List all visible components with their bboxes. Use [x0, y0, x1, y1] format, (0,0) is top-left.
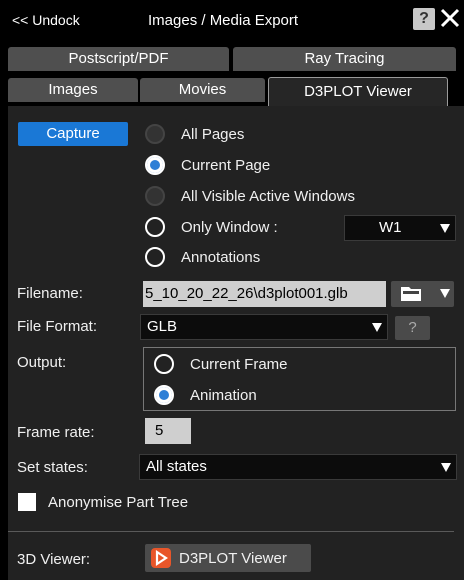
chevron-down-icon [440, 289, 450, 298]
filename-input[interactable]: 5_10_20_22_26\d3plot001.glb [143, 281, 386, 307]
chevron-down-icon [441, 463, 451, 472]
frame-rate-label: Frame rate: [17, 424, 95, 441]
folder-icon [401, 287, 421, 301]
tab-images[interactable]: Images [8, 78, 138, 102]
radio-all-visible-active-windows[interactable] [145, 186, 165, 206]
file-format-label: File Format: [17, 318, 98, 335]
undock-button[interactable]: << Undock [12, 12, 80, 28]
divider [8, 531, 454, 532]
capture-button[interactable]: Capture [18, 122, 128, 146]
close-icon [440, 8, 460, 28]
radio-current-page-label: Current Page [181, 157, 271, 174]
radio-only-window[interactable] [145, 217, 165, 237]
window-select-value: W1 [379, 219, 402, 236]
file-format-select[interactable]: GLB [140, 314, 388, 340]
radio-current-page[interactable] [145, 155, 165, 175]
tab-movies[interactable]: Movies [140, 78, 265, 102]
file-format-value: GLB [147, 318, 178, 335]
viewer-label: 3D Viewer: [17, 551, 91, 568]
set-states-value: All states [146, 458, 207, 475]
radio-all-pages[interactable] [145, 124, 165, 144]
window-select[interactable]: W1 [344, 215, 456, 241]
chevron-down-icon [440, 224, 450, 233]
radio-annotations-label: Annotations [181, 249, 261, 266]
radio-annotations[interactable] [145, 247, 165, 267]
radio-animation-label: Animation [190, 387, 257, 404]
output-label: Output: [17, 354, 67, 371]
window-title: Images / Media Export [148, 12, 299, 29]
d3plot-viewer-button-label: D3PLOT Viewer [179, 550, 287, 567]
radio-all-pages-label: All Pages [181, 126, 245, 143]
filename-label: Filename: [17, 285, 83, 302]
radio-only-window-label: Only Window : [181, 219, 278, 236]
tab-d3plot-viewer[interactable]: D3PLOT Viewer [268, 77, 448, 106]
close-button[interactable] [438, 4, 462, 32]
frame-rate-input[interactable]: 5 [145, 418, 191, 444]
radio-current-frame-label: Current Frame [190, 356, 288, 373]
set-states-select[interactable]: All states [139, 454, 457, 480]
anonymise-label: Anonymise Part Tree [48, 494, 189, 511]
file-format-help-button[interactable]: ? [395, 316, 430, 340]
radio-current-frame[interactable] [154, 354, 174, 374]
d3plot-viewer-button[interactable]: D3PLOT Viewer [145, 544, 311, 572]
browse-folder-button[interactable] [391, 281, 454, 307]
play-icon [151, 548, 171, 568]
set-states-label: Set states: [17, 459, 88, 476]
radio-all-visible-active-windows-label: All Visible Active Windows [181, 188, 355, 205]
chevron-down-icon [372, 323, 382, 332]
tab-postscript-pdf[interactable]: Postscript/PDF [8, 47, 229, 71]
help-button[interactable]: ? [413, 8, 435, 30]
tab-ray-tracing[interactable]: Ray Tracing [233, 47, 456, 71]
anonymise-checkbox[interactable] [18, 493, 36, 511]
radio-animation[interactable] [154, 385, 174, 405]
